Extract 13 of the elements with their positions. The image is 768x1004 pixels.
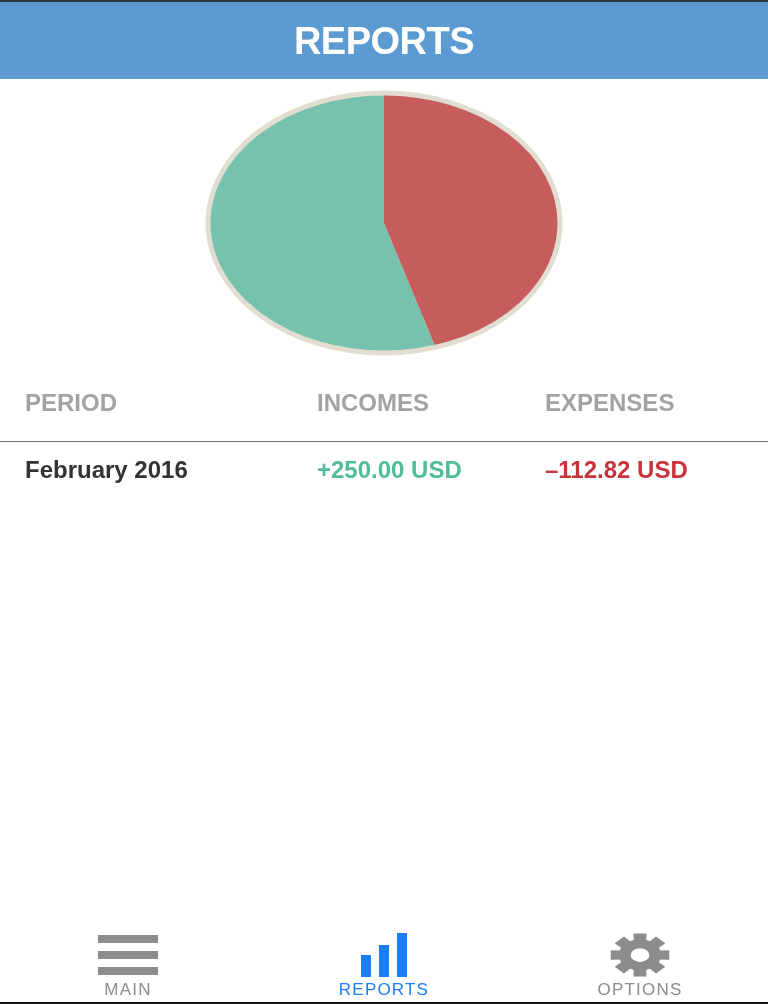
period-cell: February 2016: [25, 456, 188, 485]
expense-amount: –112.82 USD: [545, 456, 688, 485]
expenses-heading: EXPENSES: [545, 390, 675, 417]
reports-tab[interactable]: REPORTS: [294, 921, 474, 1000]
options-tab[interactable]: OPTIONS: [550, 921, 730, 1000]
settings-icon: [610, 933, 670, 978]
bar-chart-icon: [361, 933, 407, 978]
incomes-heading: INCOMES: [317, 390, 429, 417]
period-heading: PERIOD: [25, 390, 117, 417]
income-amount: +250.00 USD: [317, 456, 462, 485]
main-tab[interactable]: MAIN: [38, 921, 218, 1000]
menu-icon: [98, 933, 158, 978]
page-title: REPORTS: [293, 21, 475, 60]
